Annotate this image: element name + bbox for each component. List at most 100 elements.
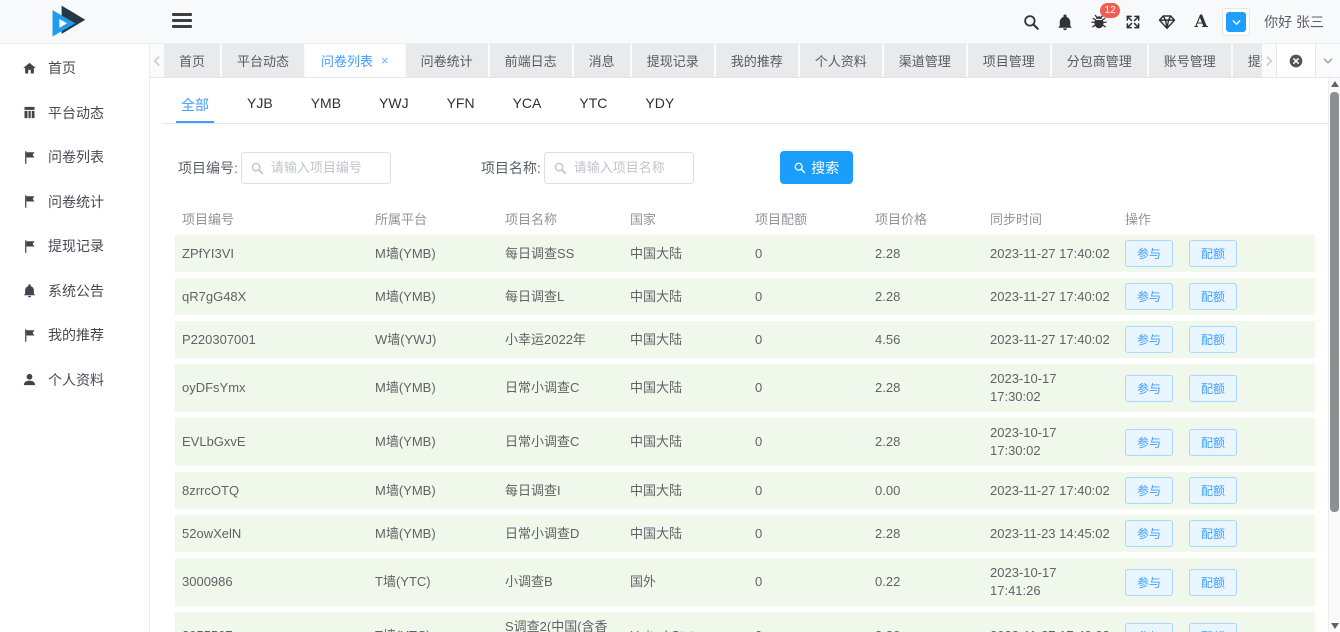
cell-project-id: qR7gG48X <box>175 282 368 312</box>
sidebar-item-withdraw-records[interactable]: 提现记录 <box>0 224 149 269</box>
table-row: oyDFsYmx M墙(YMB) 日常小调查C 中国大陆 0 2.28 2023… <box>175 364 1315 412</box>
quota-button[interactable]: 配额 <box>1189 375 1237 402</box>
tab-item[interactable]: 提现记录 × <box>632 44 714 77</box>
tab-label: 账号管理 <box>1164 51 1216 70</box>
filter-tab[interactable]: YFN <box>442 95 480 123</box>
sidebar-item-survey-stats[interactable]: 问卷统计 <box>0 180 149 225</box>
scroll-up-icon[interactable] <box>1331 81 1339 87</box>
participate-button[interactable]: 参与 <box>1125 240 1173 267</box>
tab-close-icon[interactable]: × <box>381 53 389 68</box>
tab-item[interactable]: 消息 × <box>574 44 630 77</box>
cell-project-name: 小调查B <box>498 567 623 597</box>
filter-tab[interactable]: YTC <box>574 95 612 123</box>
quota-button[interactable]: 配额 <box>1189 283 1237 310</box>
filter-tab[interactable]: YMB <box>306 95 346 123</box>
tab-label: 平台动态 <box>237 51 289 70</box>
tab-item[interactable]: 前端日志 × <box>490 44 572 77</box>
sidebar-item-label: 问卷列表 <box>48 147 104 167</box>
participate-button[interactable]: 参与 <box>1125 429 1173 456</box>
participate-button[interactable]: 参与 <box>1125 623 1173 632</box>
sidebar-item-home[interactable]: 首页 <box>0 46 149 91</box>
search-icon <box>793 161 806 174</box>
filter-tab-label: YDY <box>645 95 674 111</box>
cell-sync-time: 2023-11-27 17:40:03 <box>983 621 1118 632</box>
sidebar-item-label: 个人资料 <box>48 370 104 390</box>
tab-item[interactable]: 首页 × <box>164 44 220 77</box>
tabs-scroll-left-icon[interactable] <box>150 44 164 77</box>
quota-button[interactable]: 配额 <box>1189 477 1237 504</box>
participate-button[interactable]: 参与 <box>1125 569 1173 596</box>
filter-tab[interactable]: 全部 <box>176 95 214 123</box>
chevron-down-icon <box>1322 55 1334 67</box>
menu-toggle-icon[interactable] <box>172 13 192 29</box>
cell-sync-time: 2023-11-27 17:40:02 <box>983 476 1118 506</box>
bell-icon[interactable] <box>1048 0 1082 44</box>
cell-platform: W墙(YWJ) <box>368 325 498 355</box>
cell-quota: 0 <box>748 519 868 549</box>
cell-platform: M墙(YMB) <box>368 239 498 269</box>
fullscreen-icon[interactable] <box>1116 0 1150 44</box>
app-logo[interactable] <box>48 2 88 42</box>
column-header: 国家 <box>623 209 748 228</box>
tab-item[interactable]: 账号管理 × <box>1149 44 1231 77</box>
cell-actions: 参与 配额 <box>1118 375 1315 402</box>
filter-tab[interactable]: YDY <box>640 95 679 123</box>
sidebar-item-platform-news[interactable]: 平台动态 <box>0 91 149 136</box>
sidebar-item-system-notice[interactable]: 系统公告 <box>0 269 149 314</box>
sidebar-item-my-referrals[interactable]: 我的推荐 <box>0 313 149 358</box>
chevron-down-icon <box>1226 12 1246 32</box>
search-button[interactable]: 搜索 <box>780 151 853 184</box>
tab-item[interactable]: 问卷列表 × <box>306 44 404 77</box>
search-form: 项目编号: 项目名称: 搜索 <box>178 151 1328 184</box>
cell-price: 4.56 <box>868 325 983 355</box>
tab-options-dropdown[interactable] <box>1315 44 1340 77</box>
cell-price: 3.80 <box>868 621 983 632</box>
language-dropdown[interactable] <box>1222 8 1250 36</box>
sidebar-item-profile[interactable]: 个人资料 <box>0 358 149 403</box>
cell-platform: M墙(YMB) <box>368 476 498 506</box>
tab-item[interactable]: 我的推荐 × <box>716 44 798 77</box>
cell-project-id: ZPfYI3VI <box>175 239 368 269</box>
quota-button[interactable]: 配额 <box>1189 429 1237 456</box>
tab-item[interactable]: 项目管理 × <box>968 44 1050 77</box>
tab-item[interactable]: 分包商管理 × <box>1052 44 1147 77</box>
quota-button[interactable]: 配额 <box>1189 623 1237 632</box>
quota-button[interactable]: 配额 <box>1189 520 1237 547</box>
tab-item[interactable]: 提现管理 × <box>1233 44 1262 77</box>
filter-tab[interactable]: YJB <box>242 95 278 123</box>
cell-project-id: 3000986 <box>175 567 368 597</box>
bug-icon[interactable]: 12 <box>1082 0 1116 44</box>
tabs-scroll-right-icon[interactable] <box>1262 44 1276 77</box>
participate-button[interactable]: 参与 <box>1125 283 1173 310</box>
tab-label: 首页 <box>179 51 205 70</box>
sidebar-item-survey-list[interactable]: 问卷列表 <box>0 135 149 180</box>
filter-tab[interactable]: YWJ <box>374 95 414 123</box>
cell-sync-time: 2023-11-27 17:40:02 <box>983 239 1118 269</box>
scroll-down-icon[interactable] <box>1331 623 1339 629</box>
search-icon[interactable] <box>1014 0 1048 44</box>
table-row: 3000986 T墙(YTC) 小调查B 国外 0 0.22 2023-10-1… <box>175 558 1315 606</box>
filter-tab-label: YTC <box>579 95 607 111</box>
participate-button[interactable]: 参与 <box>1125 326 1173 353</box>
table-row: 8zrrcOTQ M墙(YMB) 每日调查I 中国大陆 0 0.00 2023-… <box>175 472 1315 509</box>
tab-item[interactable]: 渠道管理 × <box>884 44 966 77</box>
filter-tab-label: YCA <box>513 95 542 111</box>
cell-project-name: 每日调查L <box>498 282 623 312</box>
filter-tab[interactable]: YCA <box>508 95 547 123</box>
quota-button[interactable]: 配额 <box>1189 240 1237 267</box>
tab-item[interactable]: 个人资料 × <box>800 44 882 77</box>
close-all-tabs-button[interactable] <box>1276 44 1315 77</box>
cell-actions: 参与 配额 <box>1118 520 1315 547</box>
participate-button[interactable]: 参与 <box>1125 375 1173 402</box>
tab-item[interactable]: 问卷统计 × <box>406 44 488 77</box>
vertical-scrollbar[interactable] <box>1328 78 1340 632</box>
quota-button[interactable]: 配额 <box>1189 326 1237 353</box>
tab-item[interactable]: 平台动态 × <box>222 44 304 77</box>
participate-button[interactable]: 参与 <box>1125 477 1173 504</box>
quota-button[interactable]: 配额 <box>1189 569 1237 596</box>
cell-project-name: 每日调查SS <box>498 239 623 269</box>
participate-button[interactable]: 参与 <box>1125 520 1173 547</box>
gem-icon[interactable] <box>1150 0 1184 44</box>
font-size-icon[interactable]: A <box>1184 0 1218 44</box>
scrollbar-thumb[interactable] <box>1330 92 1339 512</box>
